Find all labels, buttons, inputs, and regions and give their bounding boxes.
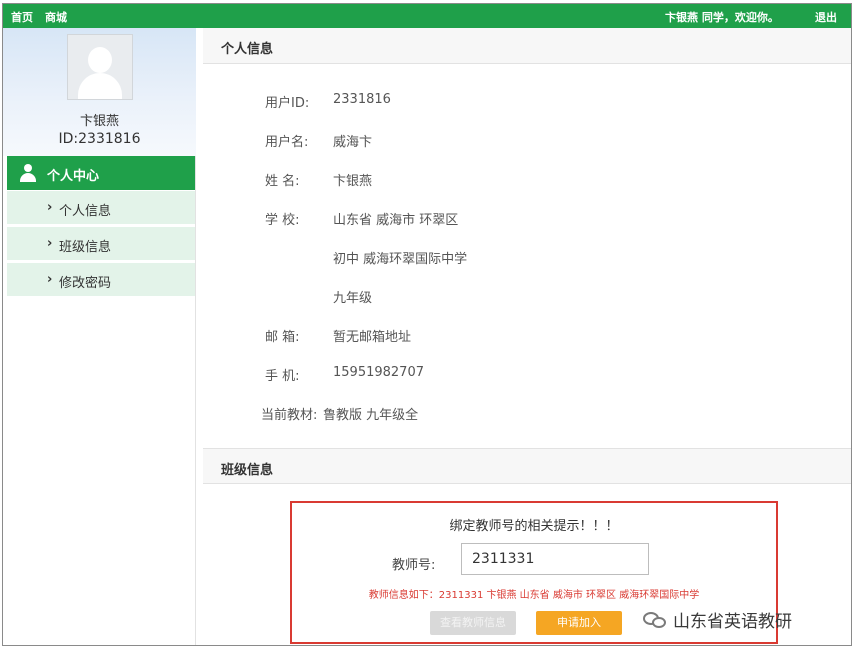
personal-info-title: 个人信息 <box>221 42 274 57</box>
nav-mall-link[interactable]: 商城 <box>45 9 67 25</box>
logout-link[interactable]: 退出 <box>815 9 837 25</box>
view-teacher-info-button[interactable]: 查看教师信息 <box>430 611 516 635</box>
profile-card: 卞银燕 ID:2331816 <box>3 28 196 156</box>
watermark: 山东省英语教研 <box>643 607 792 632</box>
sidebar-item-personal-info[interactable]: › 个人信息 <box>7 191 195 225</box>
field-value: 威海卞 <box>333 135 373 150</box>
field-value: 15951982707 <box>333 365 424 380</box>
app-window: 首页 商城 卞银燕 同学，欢迎你。 退出 卞银燕 ID:2331816 个人中心… <box>2 3 852 646</box>
nav-home-link[interactable]: 首页 <box>11 9 33 25</box>
chevron-right-icon: › <box>47 200 53 215</box>
avatar <box>67 34 133 100</box>
apply-join-button[interactable]: 申请加入 <box>536 611 622 635</box>
personal-info-header: 个人信息 <box>203 28 851 64</box>
field-value: 初中 威海环翠国际中学 <box>333 252 468 267</box>
field-value: 鲁教版 九年级全 <box>323 408 419 423</box>
field-value: 山东省 威海市 环翠区 <box>333 213 459 228</box>
field-label: 学 校: <box>265 213 300 228</box>
sidebar-item-label: 修改密码 <box>59 276 112 291</box>
class-info-title: 班级信息 <box>221 463 274 478</box>
sidebar-item-class-info[interactable]: › 班级信息 <box>7 227 195 261</box>
greeting-text: 卞银燕 同学，欢迎你。 <box>665 11 779 24</box>
sidebar-header-label: 个人中心 <box>47 169 100 184</box>
field-label: 姓 名: <box>265 174 300 189</box>
field-label: 手 机: <box>265 369 300 384</box>
field-label: 用户名: <box>265 135 309 150</box>
sidebar: 卞银燕 ID:2331816 个人中心 › 个人信息 › 班级信息 › 修改密码 <box>3 28 196 645</box>
chevron-right-icon: › <box>47 236 53 251</box>
avatar-body-shape <box>78 73 122 99</box>
top-bar: 首页 商城 卞银燕 同学，欢迎你。 退出 <box>3 4 851 28</box>
sidebar-header-personal-center[interactable]: 个人中心 <box>7 156 195 190</box>
profile-id: ID:2331816 <box>58 131 141 147</box>
top-nav: 首页 商城 <box>11 9 67 25</box>
field-value: 2331816 <box>333 92 391 107</box>
teacher-number-label: 教师号: <box>392 558 436 573</box>
sidebar-item-change-password[interactable]: › 修改密码 <box>7 263 195 297</box>
notice-title: 绑定教师号的相关提示！！！ <box>449 519 619 534</box>
field-value: 九年级 <box>333 291 373 306</box>
field-label: 用户ID: <box>265 96 310 111</box>
teacher-info-text: 教师信息如下：2311331 卞银燕 山东省 威海市 环翠区 威海环翠国际中学 <box>368 590 700 601</box>
field-label: 邮 箱: <box>265 330 300 345</box>
chevron-right-icon: › <box>47 272 53 287</box>
profile-name: 卞银燕 <box>79 114 119 129</box>
sidebar-item-label: 班级信息 <box>59 240 112 255</box>
user-icon <box>19 164 37 182</box>
teacher-number-input[interactable] <box>461 543 649 575</box>
field-value: 暂无邮箱地址 <box>333 330 412 345</box>
watermark-text: 山东省英语教研 <box>673 612 792 632</box>
field-value: 卞银燕 <box>333 174 373 189</box>
class-info-header: 班级信息 <box>203 448 851 484</box>
sidebar-item-label: 个人信息 <box>59 204 112 219</box>
avatar-head-shape <box>88 47 112 73</box>
wechat-icon <box>643 610 669 630</box>
main-content: 个人信息 用户ID: 2331816 用户名: 威海卞 姓 名: 卞银燕 学 校… <box>203 28 851 645</box>
field-label: 当前教材: <box>261 408 318 423</box>
